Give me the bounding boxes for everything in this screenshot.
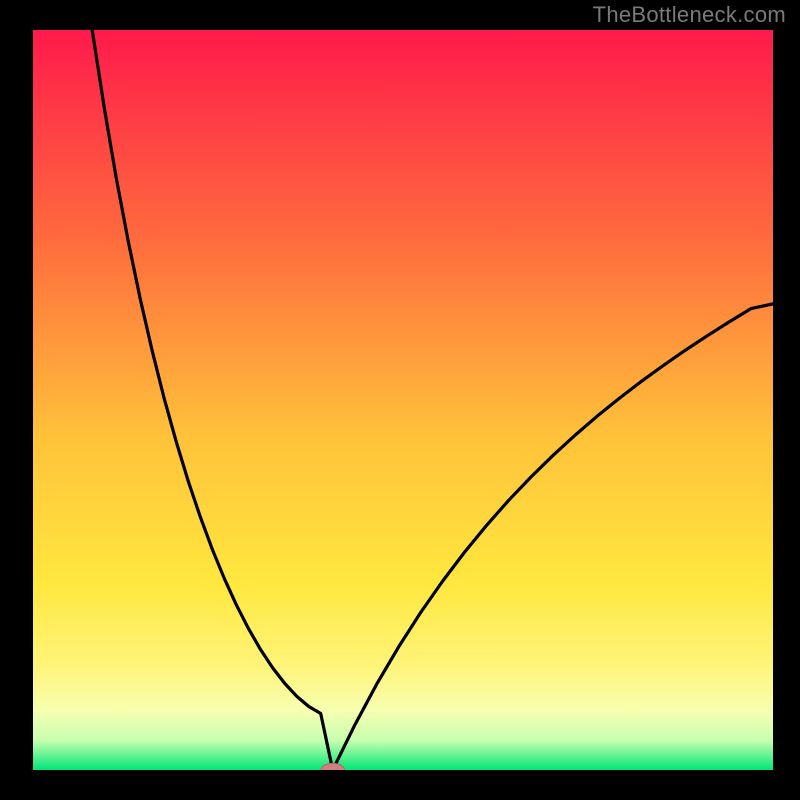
watermark-text: TheBottleneck.com bbox=[593, 2, 786, 28]
chart-frame: { "watermark": "TheBottleneck.com", "col… bbox=[0, 0, 800, 800]
bottleneck-chart bbox=[0, 0, 800, 800]
gradient-plot-area bbox=[33, 30, 773, 770]
